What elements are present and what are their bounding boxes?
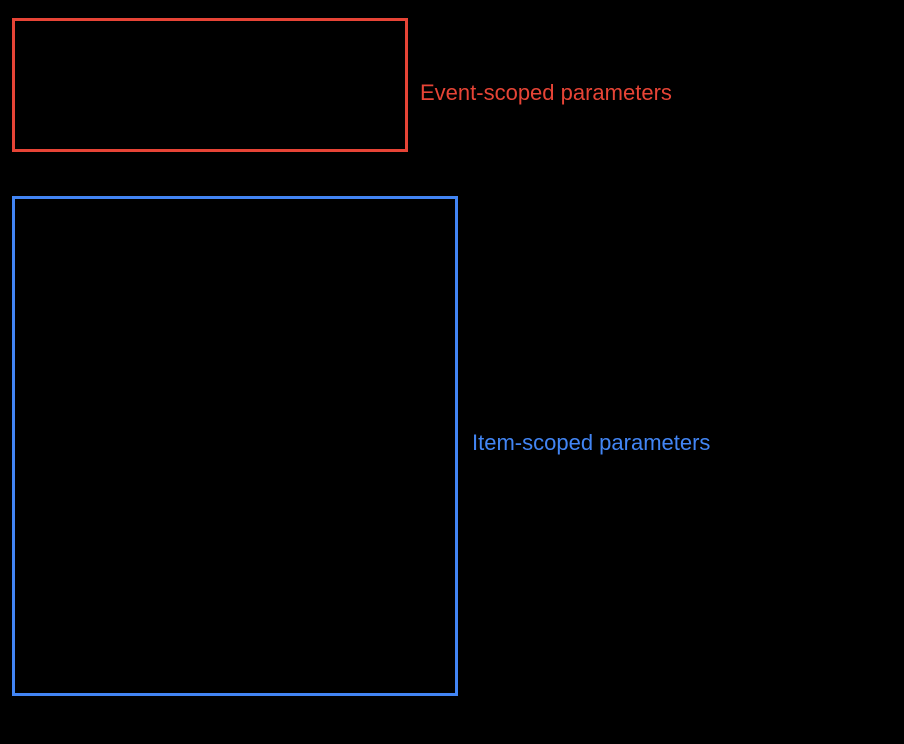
event-scoped-box xyxy=(12,18,408,152)
item-scoped-box xyxy=(12,196,458,696)
item-scoped-label: Item-scoped parameters xyxy=(472,430,710,456)
event-scoped-label: Event-scoped parameters xyxy=(420,80,672,106)
